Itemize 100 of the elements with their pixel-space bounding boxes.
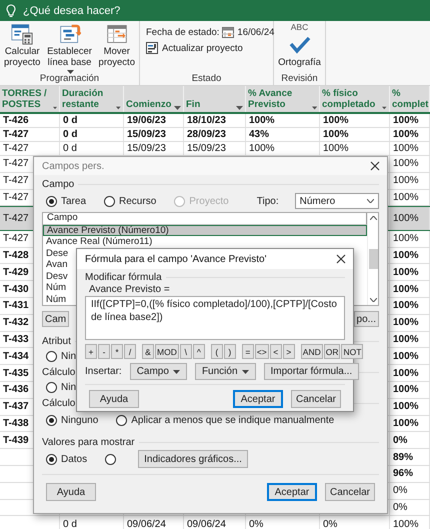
table-row[interactable]: T-427 0 d 15/09/23 28/09/23 43% 100% 100% [0,128,430,142]
operator-button[interactable]: / [124,344,136,359]
radio-button[interactable] [116,414,128,426]
operator-button[interactable]: OR [324,344,340,359]
button[interactable]: Cancelar [325,483,375,501]
radio-label[interactable]: Ninguno [61,414,98,426]
close-button[interactable] [369,160,381,172]
radio-button[interactable] [46,382,57,392]
list-item[interactable]: Avance Real (Número11) [43,236,367,248]
section-label: Valores para mostrar [42,437,135,448]
table-cell: 100% [249,143,275,154]
chevron-icon [367,199,374,203]
caret-icon[interactable] [174,106,181,110]
tell-me-field[interactable]: ¿Qué desea hacer? [0,0,430,21]
operator-button[interactable]: \ [180,344,192,359]
operator-button[interactable]: MOD [155,344,179,359]
column-header[interactable]: Comienzo [124,86,184,112]
operator-button[interactable]: * [111,344,123,359]
button[interactable]: Importar fórmula... [264,363,360,380]
button[interactable]: Ayuda [46,483,96,501]
field-label: Avance Previsto = [89,284,171,296]
radio-button[interactable] [104,196,116,206]
field-label: Insertar: [85,366,122,377]
column-header[interactable]: TORRES / POSTES [0,86,60,112]
radio-label[interactable]: Datos [61,454,88,464]
column-header[interactable]: % complet [390,86,430,112]
scrollbar[interactable] [367,213,378,305]
radio-label[interactable]: Nin [61,382,76,392]
table-cell: 100% [393,418,419,430]
button[interactable]: Ayuda [89,390,139,408]
table-cell: T-433 [3,334,29,346]
radio-label[interactable]: Recurso [119,196,156,206]
column-header[interactable]: % Avance Previsto [246,86,320,112]
operator-button[interactable]: + [85,344,97,359]
column-header[interactable]: % físico completado [320,86,390,112]
ribbon-button[interactable]: Mover proyecto [96,23,138,73]
table-row[interactable]: T-426 0 d 19/06/23 18/10/23 100% 100% 100% [0,114,430,128]
caret-icon[interactable] [382,106,387,110]
select-field[interactable]: Número [294,193,379,209]
radio-label[interactable]: Nin [61,350,76,362]
table-cell: 100% [393,350,419,362]
radio-label: Proyecto [189,196,229,206]
list-item[interactable]: Avance Previsto (Número10) [43,224,367,236]
formula-field[interactable]: IIf([CPTP]=0,([% físico completado]/100),[CPTP]/[Costo de línea base2]) [85,296,345,340]
calendar-icon[interactable] [222,26,234,38]
caret-icon[interactable] [116,106,121,110]
column-header[interactable]: Duración restante [60,86,124,112]
operator-button[interactable]: = [242,344,254,359]
button[interactable]: po... [354,311,379,327]
radio-button[interactable] [105,454,116,464]
table-cell: 100% [393,115,419,126]
table-cell: T-438 [3,418,29,430]
button[interactable]: Campo [130,363,187,380]
radio-button[interactable] [46,454,57,464]
operator-button[interactable]: ( [210,344,223,359]
operator-button[interactable]: AND [300,344,323,359]
status-date: 16/06/24 [237,26,274,38]
table-cell: 15/09/23 [187,143,226,154]
ribbon-button[interactable]: Establecer línea base [43,23,96,73]
caret-icon[interactable] [52,106,57,110]
operator-button[interactable]: NOT [341,344,364,359]
caret-icon [242,370,249,374]
button[interactable]: Indicadores gráficos... [138,450,248,468]
table-cell: 0 d [63,115,78,126]
radio-button[interactable] [46,196,57,206]
table-cell: 100% [393,192,419,203]
section-label: Cálculo [42,367,76,378]
radio-label[interactable]: Tarea [61,196,86,206]
radio-label[interactable]: Aplicar a menos que se indique manualmente [131,414,334,426]
table-cell: 100% [393,384,419,396]
operator-button[interactable]: - [98,344,110,359]
button[interactable]: Aceptar [233,390,283,408]
update-project-button[interactable]: Actualizar proyecto [146,42,243,54]
radio-button[interactable] [46,350,57,362]
table-cell: 100% [393,284,419,295]
table-cell: 100% [393,300,419,312]
ribbon-button[interactable]: Calcular proyecto [2,23,42,73]
ribbon-button[interactable]: ABC Ortografía [278,23,320,73]
operator-button[interactable]: & [142,344,154,359]
radio-button[interactable] [46,414,57,426]
operator-button[interactable]: ) [224,344,236,359]
button[interactable]: Aceptar [267,483,317,501]
button[interactable]: Cam [42,311,70,327]
operator-button[interactable]: ^ [192,344,205,359]
close-button[interactable] [335,253,347,265]
table-cell: 15/09/23 [127,129,166,140]
operator-button[interactable]: <> [254,344,269,359]
operator-button[interactable]: < [270,344,282,359]
caret-icon[interactable] [236,106,243,110]
caret-icon[interactable] [312,106,317,110]
table-cell: 0% [393,434,408,446]
operator-button[interactable]: > [282,344,295,359]
scrollbar-thumb[interactable] [368,249,378,269]
scroll-up-icon[interactable] [370,216,376,220]
button[interactable]: Función [194,363,256,380]
column-header[interactable]: Fin [184,86,246,112]
button[interactable]: Cancelar [291,390,341,408]
scroll-down-icon[interactable] [370,298,376,302]
table-row[interactable]: 0 d 09/06/24 09/06/24 0% 0% 100% [0,516,430,529]
table-cell: 100% [323,143,349,154]
